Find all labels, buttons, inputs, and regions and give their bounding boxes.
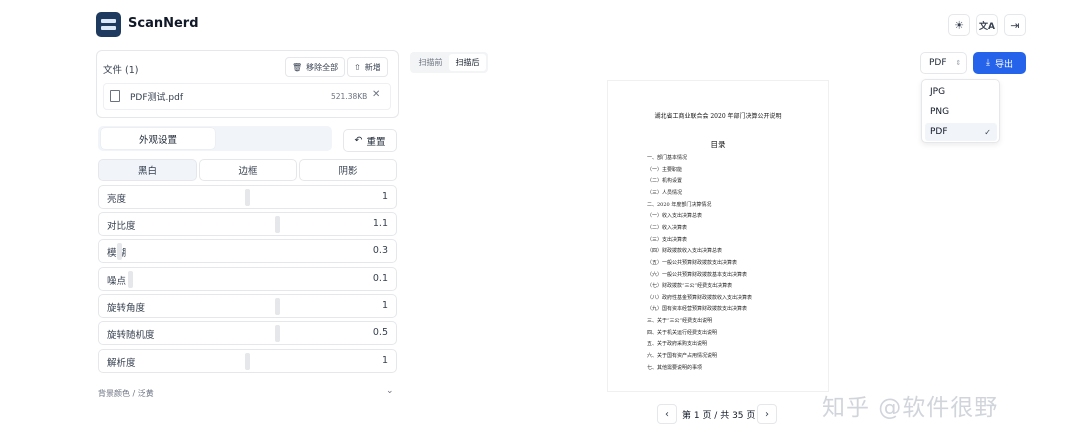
format-option-png[interactable]: PNG <box>925 103 997 121</box>
document-toc-line: 二、2020 年度部门决算情况 <box>647 201 712 208</box>
chevron-right-icon: › <box>765 408 769 420</box>
document-toc-line: （九）国有资本经营预算财政拨款支出决算表 <box>647 306 748 313</box>
document-toc-line: （八）政府性基金预算财政拨款收入支出决算表 <box>647 294 753 301</box>
document-toc-line: （一）收入支出决算总表 <box>647 213 703 220</box>
check-icon: ✓ <box>984 127 991 137</box>
document-toc-line: （七）财政拨款“三公”经费支出决算表 <box>647 283 733 290</box>
remove-all-button[interactable]: 🗑 移除全部 <box>285 57 346 77</box>
document-toc-line: （三）人员情况 <box>647 189 683 196</box>
slider-value: 1.1 <box>372 218 388 229</box>
slider-label: 噪点 <box>107 276 127 287</box>
toggle-before-scan[interactable]: 扫描前 <box>412 54 449 71</box>
file-icon <box>110 90 120 102</box>
format-dropdown: JPG PNG PDF ✓ <box>921 79 1000 143</box>
document-toc-line: （二）机构设置 <box>647 178 683 185</box>
slider-thumb[interactable] <box>128 271 133 288</box>
slider-label: 旋转角度 <box>107 303 146 314</box>
slider-label: 旋转随机度 <box>107 330 155 341</box>
slider-thumb[interactable] <box>275 298 280 315</box>
remove-all-label: 移除全部 <box>306 62 339 72</box>
document-toc-line: （五）一般公共预算财政拨款支出决算表 <box>647 259 738 266</box>
format-option-pdf[interactable]: PDF ✓ <box>925 123 997 141</box>
slider-thumb[interactable] <box>245 353 250 370</box>
logout-button[interactable]: ⇥ <box>1004 14 1026 36</box>
theme-toggle-button[interactable]: ☀ <box>948 14 970 36</box>
document-preview <box>607 80 829 392</box>
document-toc-line: 五、关于政府采购支出说明 <box>647 341 708 348</box>
app-name: ScanNerd <box>128 16 199 31</box>
undo-icon: ↶ <box>354 135 363 146</box>
slider-label: 对比度 <box>107 221 136 232</box>
subtab-border[interactable]: 边框 <box>199 159 297 181</box>
trash-icon: 🗑 <box>292 62 303 72</box>
chevron-down-icon[interactable]: ⌄ <box>386 386 394 396</box>
slider-value: 0.1 <box>372 273 388 284</box>
document-title: 湖北省工商业联合会 2020 年部门决算公开说明 <box>654 113 782 120</box>
slider-blur[interactable]: 模糊 0.3 <box>98 239 397 263</box>
slider-rotation-randomness[interactable]: 旋转随机度 0.5 <box>98 321 397 345</box>
upload-icon: ⇧ <box>354 62 361 72</box>
subtab-black-white[interactable]: 黑白 <box>98 159 197 181</box>
add-file-label: 新增 <box>364 62 381 72</box>
slider-thumb[interactable] <box>245 189 250 206</box>
reset-button[interactable]: ↶ 重置 <box>343 129 397 152</box>
slider-rotation-angle[interactable]: 旋转角度 1 <box>98 294 397 318</box>
download-icon: ⤓ <box>986 58 990 68</box>
file-name: PDF测试.pdf <box>130 93 183 103</box>
format-selected-value: PDF <box>929 58 947 68</box>
slider-noise[interactable]: 噪点 0.1 <box>98 267 397 291</box>
toggle-after-scan[interactable]: 扫描后 <box>449 54 486 71</box>
page-indicator: 第 1 页 / 共 35 页 <box>682 411 756 421</box>
chevron-left-icon: ‹ <box>665 408 669 420</box>
app-logo <box>96 12 121 37</box>
format-select[interactable]: PDF ⇕ <box>920 52 967 74</box>
document-toc-line: 六、关于国有资产占用情况说明 <box>647 353 718 360</box>
translate-icon: 文A <box>979 21 995 32</box>
document-toc-line: 四、关于机关运行经费支出说明 <box>647 329 718 336</box>
document-toc-line: 七、其他需要说明的事项 <box>647 364 703 371</box>
chevron-updown-icon: ⇕ <box>955 59 962 67</box>
slider-contrast[interactable]: 对比度 1.1 <box>98 212 397 236</box>
sun-icon: ☀ <box>954 18 964 32</box>
logout-icon: ⇥ <box>1010 18 1020 32</box>
document-toc-line: 三、关于“三公”经费支出说明 <box>647 318 713 325</box>
document-toc-line: 一、部门基本情况 <box>647 155 688 161</box>
slider-resolution[interactable]: 解析度 1 <box>98 349 397 373</box>
document-toc-line: （三）支出决算表 <box>647 236 688 243</box>
slider-thumb[interactable] <box>275 216 280 233</box>
tab-appearance[interactable]: 外观设置 <box>101 128 215 149</box>
file-size: 521.38KB <box>331 92 368 101</box>
background-color-section[interactable]: 背景颜色 / 泛黄 <box>98 388 154 399</box>
document-toc-line: （二）收入决算表 <box>647 224 688 231</box>
slider-value: 0.5 <box>372 327 388 338</box>
prev-page-button[interactable]: ‹ <box>657 404 677 424</box>
slider-label: 解析度 <box>107 358 136 369</box>
slider-thumb[interactable] <box>275 325 280 342</box>
file-panel-title: 文件 (1) <box>103 65 139 76</box>
add-file-button[interactable]: ⇧ 新增 <box>347 57 388 77</box>
export-button[interactable]: ⤓ 导出 <box>973 52 1026 74</box>
slider-value: 1 <box>381 300 388 311</box>
document-toc-heading: 目录 <box>710 140 726 149</box>
slider-value: 1 <box>381 355 388 366</box>
slider-value: 0.3 <box>372 245 388 256</box>
document-toc-line: （六）一般公共预算财政拨款基本支出决算表 <box>647 271 748 278</box>
format-option-pdf-label: PDF <box>930 127 948 137</box>
document-toc-line: （四）财政拨款收入支出决算总表 <box>647 248 723 255</box>
slider-thumb[interactable] <box>117 243 122 260</box>
format-option-jpg[interactable]: JPG <box>925 83 997 101</box>
subtab-shadow[interactable]: 阴影 <box>299 159 397 181</box>
remove-file-icon[interactable]: ✕ <box>372 89 380 100</box>
reset-label: 重置 <box>366 136 386 148</box>
export-label: 导出 <box>994 59 1013 70</box>
slider-value: 1 <box>381 191 388 202</box>
language-button[interactable]: 文A <box>976 14 998 36</box>
slider-label: 亮度 <box>107 194 127 205</box>
document-toc-line: （一）主要职能 <box>647 166 683 173</box>
watermark: 知乎 @软件很野 <box>822 395 999 421</box>
next-page-button[interactable]: › <box>757 404 777 424</box>
slider-brightness[interactable]: 亮度 1 <box>98 185 397 209</box>
